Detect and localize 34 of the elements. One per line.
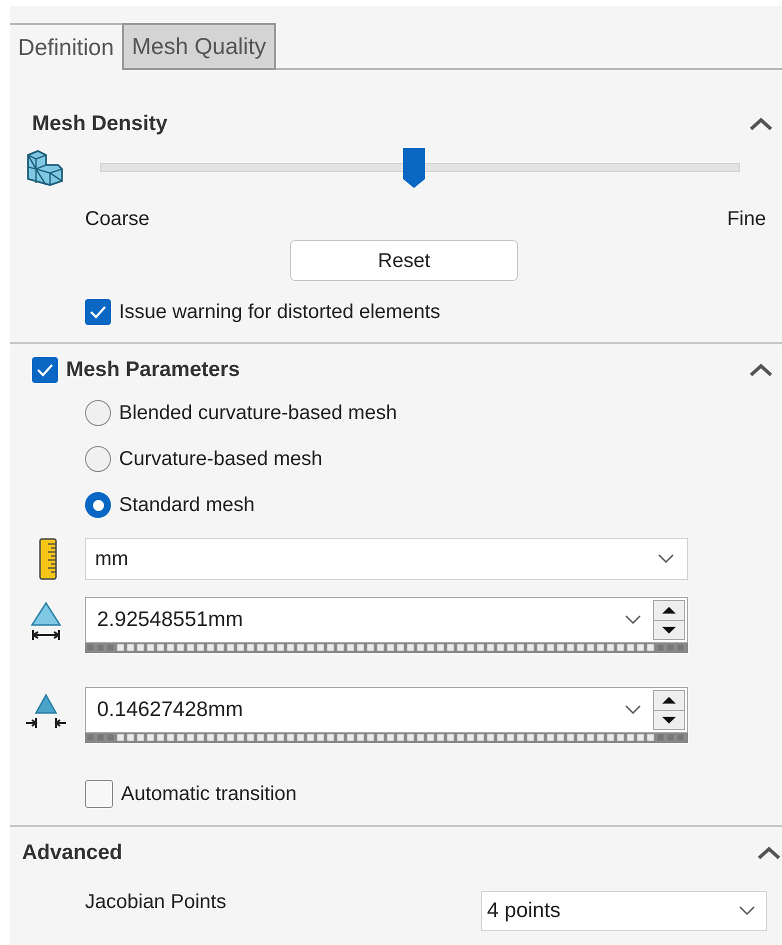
tab[interactable]: Definition — [10, 23, 122, 70]
slider-min-label: Coarse — [85, 207, 150, 232]
checkmark-icon — [89, 305, 107, 319]
reset-button[interactable]: Reset — [290, 240, 518, 281]
section-title: Mesh Density — [32, 111, 168, 138]
radio-label: Curvature-based mesh — [119, 447, 322, 472]
radio-label: Standard mesh — [119, 493, 255, 518]
checkbox[interactable] — [85, 299, 111, 325]
thumbwheel[interactable] — [85, 733, 688, 745]
radio-button[interactable] — [85, 446, 111, 472]
jacobian-label: Jacobian Points — [85, 890, 226, 915]
thumbwheel[interactable] — [85, 643, 688, 655]
radio-button[interactable] — [85, 492, 111, 518]
spinner[interactable] — [653, 690, 685, 730]
radio-label: Blended curvature-based mesh — [119, 401, 397, 426]
jacobian-dropdown[interactable]: 4 points — [481, 891, 767, 931]
checkbox[interactable] — [85, 780, 113, 808]
radio-button[interactable] — [85, 400, 111, 426]
checkbox-label: Issue warning for distorted elements — [119, 300, 440, 325]
collapse-icon[interactable] — [748, 116, 774, 132]
checkmark-icon — [36, 363, 54, 377]
spinner[interactable] — [653, 600, 685, 640]
collapse-icon[interactable] — [748, 362, 774, 378]
element-size-icon — [28, 599, 64, 643]
checkbox[interactable] — [32, 357, 58, 383]
unit-dropdown[interactable]: mm — [85, 538, 688, 580]
tab[interactable]: Mesh Quality — [122, 23, 276, 70]
section-title: Advanced — [22, 840, 122, 866]
slider-thumb[interactable] — [402, 146, 426, 188]
slider-max-label: Fine — [727, 207, 766, 232]
section-title: Mesh Parameters — [66, 357, 240, 384]
collapse-icon[interactable] — [756, 845, 782, 861]
checkbox-label: Automatic transition — [121, 782, 297, 807]
mesh-cube-icon — [24, 147, 66, 187]
